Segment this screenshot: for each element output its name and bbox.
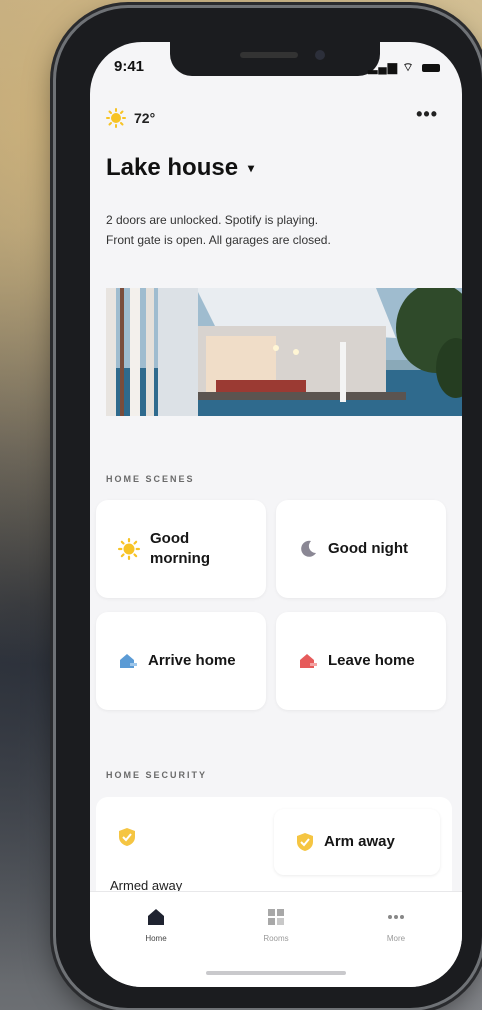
tab-more[interactable]: More [356,906,436,943]
scene-label: Arrive home [148,652,236,669]
scene-arrive-home[interactable]: Arrive home [96,612,266,710]
scene-label-line: morning [150,550,210,567]
home-photo [106,288,462,416]
scene-label: Good night [328,540,408,557]
scene-good-morning[interactable]: Good morning [96,500,266,598]
tab-label: Home [145,934,167,943]
status-time: 9:41 [114,58,145,75]
page-title: Lake house [106,154,239,181]
scene-label: Leave home [328,652,415,669]
wifi-icon: ⌔ [402,60,415,74]
section-label-scenes: HOME SCENES [106,474,195,484]
more-menu-button[interactable]: ••• [416,104,438,125]
scene-good-night[interactable]: Good night [276,500,446,598]
arm-away-button[interactable]: Arm away [274,809,440,875]
sun-icon [118,538,140,560]
battery-icon [422,63,440,72]
section-label-security: HOME SECURITY [106,770,208,780]
home-icon [148,909,164,925]
tab-label: More [386,934,406,943]
tab-home[interactable]: Home [116,906,196,943]
summary-line: Front gate is open. All garages are clos… [106,233,331,247]
signal-icon: ▂▄▆ [368,60,399,74]
arm-away-label: Arm away [324,833,395,850]
tab-rooms[interactable]: Rooms [236,906,316,943]
scene-leave-home[interactable]: Leave home [276,612,446,710]
moon-icon [301,540,316,557]
chevron-down-icon: ▾ [248,161,255,175]
scene-label-line: Good [150,530,190,547]
leave-home-icon [300,654,317,668]
more-icon [388,915,404,919]
weather-widget[interactable]: 72° [106,108,155,128]
shield-icon [297,833,313,851]
house-image [106,288,462,416]
home-summary: 2 doors are unlocked. Spotify is playing… [106,210,406,250]
home-selector[interactable]: Lake house ▾ [106,154,254,182]
arrive-home-icon [120,654,137,668]
app-screen: 9:41 ▂▄▆ ⌔ 72° ••• Lake house ▾ 2 doors … [90,42,462,987]
sun-icon [106,108,126,128]
tab-label: Rooms [263,934,289,943]
temperature: 72° [134,110,156,126]
status-icons: ▂▄▆ ⌔ [368,60,440,75]
scene-label: Good morning [150,529,210,569]
rooms-icon [268,909,284,925]
summary-line: 2 doors are unlocked. Spotify is playing… [106,213,319,227]
tab-bar: Home Rooms More [90,891,462,987]
home-indicator [206,971,346,975]
status-bar: 9:41 ▂▄▆ ⌔ [114,58,440,78]
shield-icon [119,828,135,846]
